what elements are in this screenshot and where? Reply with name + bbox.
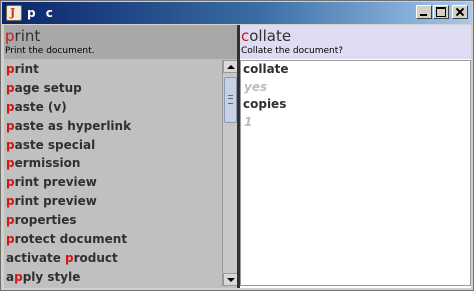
param-copies-label: copies [243,97,287,111]
command-description: Print the document. [5,46,95,56]
command-list[interactable]: print page setup paste (v) paste as hype… [4,60,222,286]
command-pane: print Print the document. print page set… [4,25,238,288]
command-title-highlight: p [5,27,15,45]
scroll-thumb[interactable] [224,77,237,123]
option-title: collate [241,27,291,45]
scroll-up-arrow-icon[interactable] [223,60,238,73]
option-title-highlight: c [241,27,250,45]
app-window: J p c print Print the document. print pa… [0,0,474,291]
close-button[interactable] [452,5,468,19]
option-header: collate Collate the document? [240,25,471,59]
title-bar[interactable]: J p c [2,2,472,24]
option-description: Collate the document? [241,46,344,56]
param-collate-label: collate [243,62,289,76]
list-item[interactable]: paste special [4,136,222,155]
param-collate-value[interactable]: yes [241,78,470,96]
scroll-down-arrow-icon[interactable] [223,273,238,286]
list-item[interactable]: page setup [4,79,222,98]
maximize-button[interactable] [433,5,449,19]
list-item[interactable]: paste as hyperlink [4,117,222,136]
command-title: print [5,27,40,45]
list-item[interactable]: permission [4,154,222,173]
command-title-rest: rint [14,27,41,45]
list-item[interactable]: print [4,60,222,79]
minimize-button[interactable] [416,5,432,19]
list-item[interactable]: activate product [4,249,222,268]
list-item[interactable]: protect document [4,230,222,249]
option-pane: collate Collate the document? collate ye… [240,25,471,288]
parameter-list: collate yes copies 1 [240,60,471,286]
list-item[interactable]: apply style [4,268,222,286]
option-title-rest: ollate [249,27,292,45]
param-copies-value[interactable]: 1 [241,113,470,131]
vertical-scrollbar[interactable] [222,60,238,286]
command-header: print Print the document. [4,25,237,59]
window-title: p c [27,6,56,20]
list-item[interactable]: print preview [4,192,222,211]
list-item[interactable]: properties [4,211,222,230]
list-item[interactable]: print preview [4,173,222,192]
list-item[interactable]: paste (v) [4,98,222,117]
java-app-icon: J [6,5,22,21]
